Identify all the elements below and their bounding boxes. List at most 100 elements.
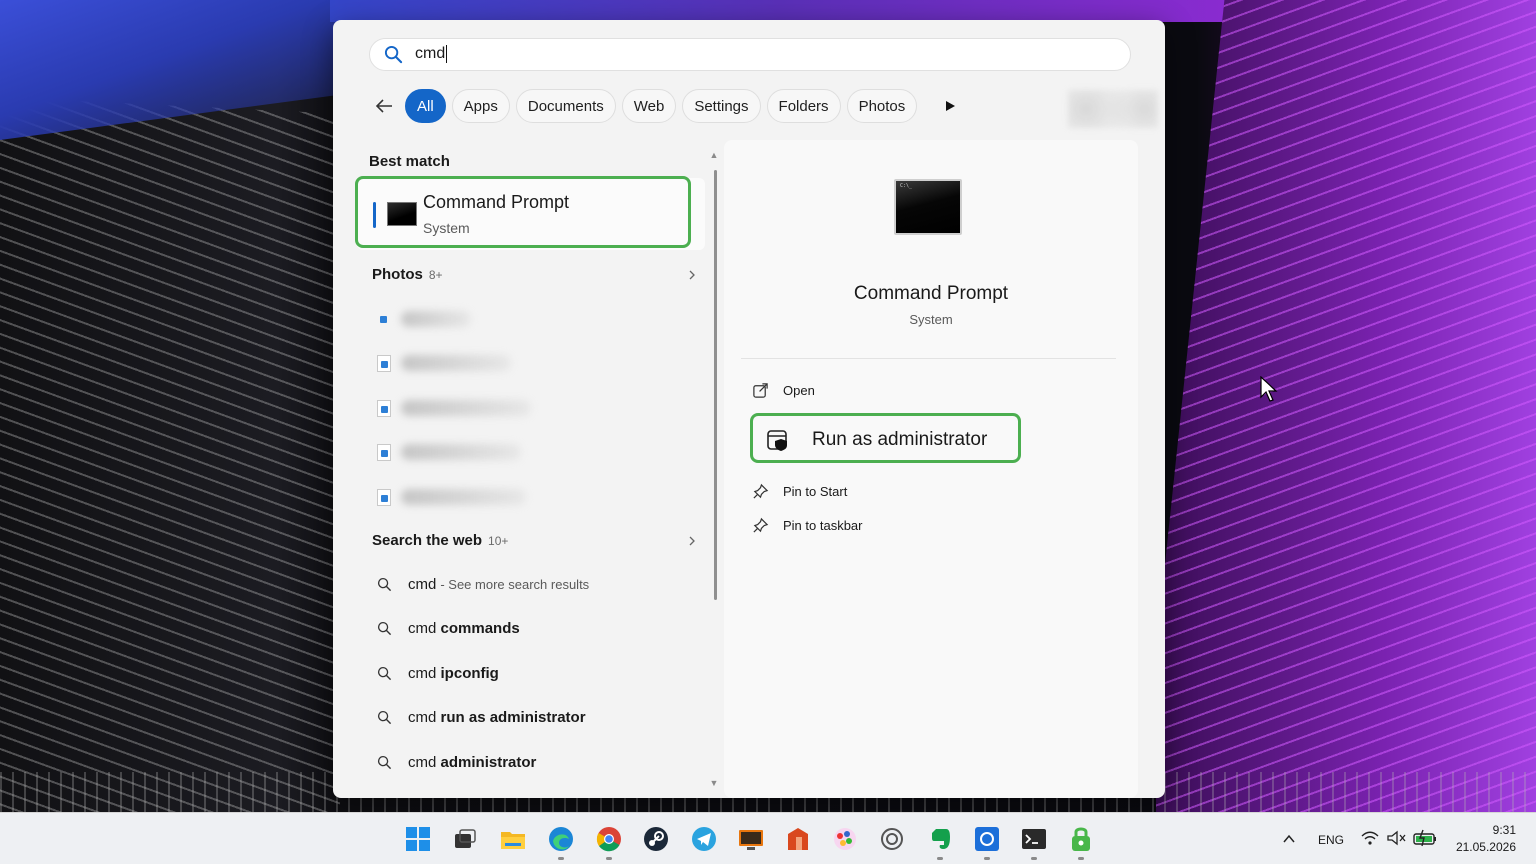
photo-result[interactable] (377, 397, 531, 419)
photos-heading[interactable]: Photos 8+ (372, 266, 443, 283)
pin-to-taskbar-action[interactable]: Pin to taskbar (752, 514, 863, 536)
web-result-prefix: cmd (408, 753, 441, 771)
web-result[interactable]: cmd commands (377, 616, 520, 640)
blurred-photo-name (401, 311, 471, 327)
scroll-up-icon[interactable]: ▲ (708, 150, 720, 160)
photo-file-icon (377, 488, 391, 506)
steam-icon[interactable] (642, 825, 670, 853)
web-result[interactable]: cmd - See more search results (377, 572, 589, 596)
start-search-panel: cmd All Apps Documents Web Settings Fold… (333, 20, 1165, 798)
web-result-prefix: cmd (408, 575, 437, 593)
results-list: Best match Command Prompt System Photos 8… (333, 140, 713, 798)
paint-icon[interactable] (831, 825, 859, 853)
clock-time: 9:31 (1492, 823, 1516, 837)
running-indicator (1031, 857, 1037, 860)
web-result-prefix: cmd (408, 664, 441, 682)
filter-documents[interactable]: Documents (515, 89, 616, 123)
back-arrow-icon[interactable] (369, 91, 399, 121)
taskbar: ENG 9:31 21.05.2026 (0, 812, 1536, 864)
wifi-icon[interactable] (1361, 830, 1379, 846)
photo-result[interactable] (377, 352, 511, 374)
filter-apps[interactable]: Apps (451, 89, 510, 123)
search-web-count: 10+ (488, 534, 509, 548)
photo-result[interactable] (377, 486, 526, 508)
photo-file-icon (377, 443, 391, 461)
chevron-up-icon[interactable] (1282, 833, 1296, 845)
pin-icon (753, 517, 769, 533)
telegram-icon[interactable] (690, 825, 718, 853)
web-result-bold: administrator (440, 753, 537, 771)
app-icon[interactable] (973, 825, 1001, 853)
photos-chevron-right-icon[interactable] (687, 270, 697, 280)
search-icon (377, 666, 392, 680)
search-input[interactable]: cmd (369, 38, 1131, 71)
web-result-prefix: cmd (408, 619, 441, 637)
web-result-bold: ipconfig (440, 664, 499, 682)
battery-charging-icon[interactable] (1413, 829, 1437, 847)
office-icon[interactable] (784, 825, 812, 853)
details-pane: Command Prompt System Open Run as admini… (724, 140, 1138, 798)
run-as-administrator-highlight (750, 413, 1021, 463)
running-indicator (937, 857, 943, 860)
blurred-photo-name (401, 400, 531, 416)
more-filters-arrow-icon[interactable] (937, 91, 963, 121)
running-indicator (1078, 857, 1084, 860)
filter-all[interactable]: All (405, 89, 446, 123)
photo-result[interactable] (377, 308, 471, 330)
open-external-icon (753, 382, 768, 398)
running-indicator (984, 857, 990, 860)
web-result[interactable]: cmd ipconfig (377, 661, 499, 685)
evernote-icon[interactable] (926, 825, 954, 853)
search-web-label: Search the web (372, 532, 483, 549)
photo-result[interactable] (377, 441, 521, 463)
search-web-chevron-right-icon[interactable] (687, 536, 697, 546)
results-scrollbar[interactable] (714, 170, 717, 600)
search-web-heading[interactable]: Search the web 10+ (372, 532, 508, 549)
details-subtitle: System (909, 312, 953, 327)
blurred-photo-name (401, 355, 511, 371)
file-explorer-icon[interactable] (499, 825, 527, 853)
terminal-icon[interactable] (1020, 825, 1048, 853)
pin-to-start-label: Pin to Start (783, 483, 848, 499)
mouse-cursor-icon (1260, 376, 1278, 402)
search-icon (377, 710, 392, 724)
edge-icon[interactable] (547, 825, 575, 853)
web-result[interactable]: cmd administrator (377, 750, 536, 774)
web-result-prefix: cmd (408, 708, 441, 726)
pin-to-taskbar-label: Pin to taskbar (783, 517, 863, 533)
start-icon[interactable] (404, 825, 432, 853)
web-result-bold: run as administrator (440, 708, 586, 726)
web-result-bold: commands (440, 619, 520, 637)
photo-file-icon (377, 399, 391, 417)
photo-file-icon (377, 354, 391, 372)
pin-to-start-action[interactable]: Pin to Start (752, 480, 847, 502)
filter-photos[interactable]: Photos (846, 89, 918, 123)
open-label: Open (783, 382, 815, 398)
filter-web[interactable]: Web (621, 89, 677, 123)
text-caret (446, 45, 448, 64)
volume-muted-icon[interactable] (1386, 830, 1406, 846)
language-indicator[interactable]: ENG (1318, 833, 1344, 847)
details-divider (741, 358, 1116, 359)
wallpaper-top-band (330, 0, 1230, 22)
remote-desktop-icon[interactable] (737, 825, 765, 853)
photos-count: 8+ (428, 268, 443, 282)
command-prompt-large-icon (894, 179, 962, 235)
chatgpt-icon[interactable] (878, 825, 906, 853)
task-view-icon[interactable] (451, 825, 479, 853)
details-title: Command Prompt (853, 283, 1009, 304)
web-result[interactable]: cmd run as administrator (377, 705, 586, 729)
blurred-photo-name (401, 444, 521, 460)
search-icon (377, 577, 392, 591)
filter-folders[interactable]: Folders (766, 89, 841, 123)
vpn-icon[interactable] (1067, 825, 1095, 853)
photo-thumbnail-icon (377, 311, 391, 328)
blurred-photo-name (401, 489, 526, 505)
scroll-down-icon[interactable]: ▼ (708, 778, 720, 788)
search-icon (384, 45, 403, 64)
web-result-hint: - See more search results (440, 576, 590, 592)
system-clock[interactable]: 9:31 21.05.2026 (1456, 822, 1516, 856)
filter-settings[interactable]: Settings (682, 89, 761, 123)
open-action[interactable]: Open (752, 379, 815, 401)
chrome-icon[interactable] (595, 825, 623, 853)
